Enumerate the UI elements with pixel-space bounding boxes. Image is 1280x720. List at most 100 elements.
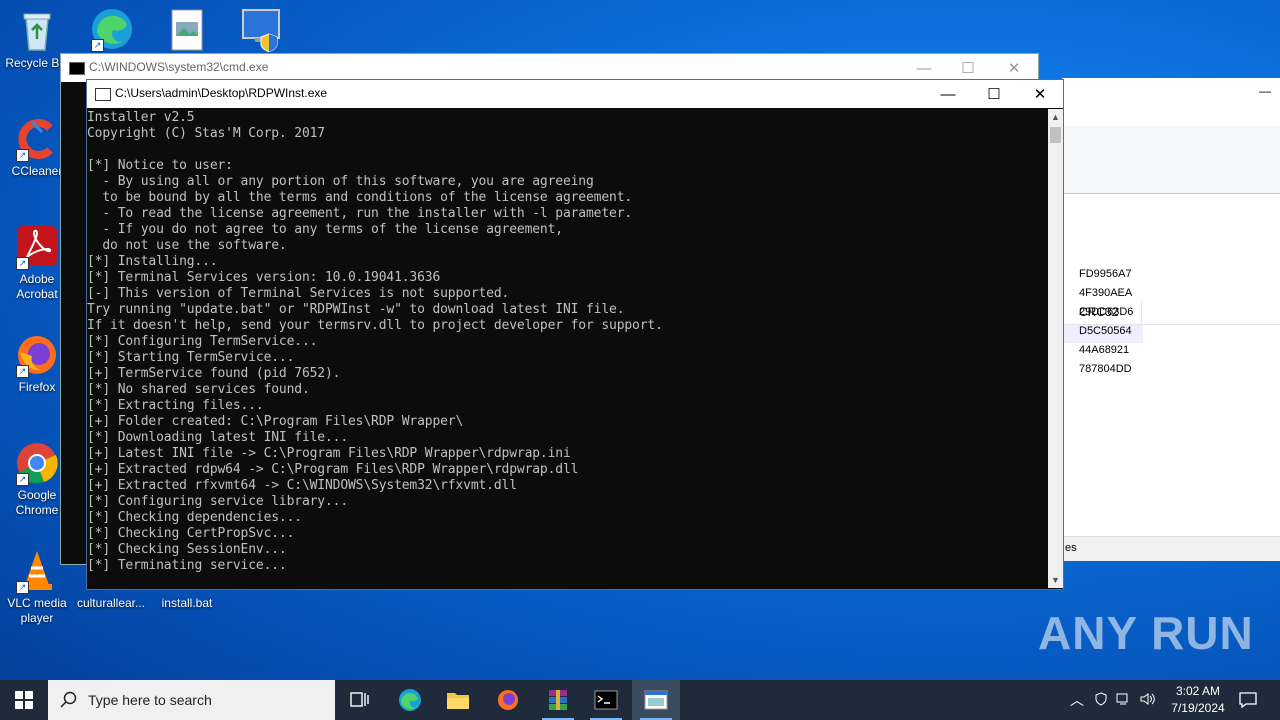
security-tray-icon[interactable]	[1094, 691, 1108, 709]
shortcut-arrow-icon: ↗	[16, 257, 29, 270]
taskbar-winrar[interactable]	[534, 680, 582, 720]
rdpwinst-titlebar[interactable]: C:\Users\admin\Desktop\RDPWInst.exe — ☐ …	[87, 80, 1063, 108]
shortcut-arrow-icon: ↗	[16, 581, 29, 594]
console-line: [*] Terminating service...	[87, 558, 287, 573]
desktop-icon-edge[interactable]: ↗	[75, 6, 149, 54]
scrollbar-thumb[interactable]	[1050, 127, 1061, 143]
vertical-scrollbar[interactable]: ▲ ▼	[1048, 109, 1063, 588]
crc-value: D5C50564	[1079, 325, 1132, 337]
edge-icon: ↗	[89, 6, 135, 52]
document-icon	[164, 8, 210, 54]
shortcut-arrow-icon: ↗	[16, 473, 29, 486]
search-icon	[60, 691, 77, 708]
console-line: [*] No shared services found.	[87, 382, 310, 397]
console-line: [+] Extracted rdpw64 -> C:\Program Files…	[87, 462, 579, 477]
close-button[interactable]: ✕	[1017, 80, 1063, 108]
network-icon[interactable]	[1116, 692, 1132, 709]
console-line: [*] Downloading latest INI file...	[87, 430, 349, 445]
cmd-minimize-button[interactable]: —	[901, 54, 947, 82]
console-line: [+] Folder created: C:\Program Files\RDP…	[87, 414, 464, 429]
background-window-titlebar[interactable]: —	[1063, 78, 1280, 106]
crc-value: FD9956A7	[1079, 268, 1132, 280]
crc-value: 4F390AEA	[1079, 287, 1133, 299]
desktop-icon-label: VLC media player	[7, 596, 67, 625]
notification-center-button[interactable]	[1224, 680, 1272, 720]
taskbar-file-explorer[interactable]	[434, 680, 482, 720]
maximize-button[interactable]: ☐	[971, 80, 1017, 108]
console-line: [*] Configuring TermService...	[87, 334, 318, 349]
winrar-icon	[549, 690, 567, 710]
console-line: do not use the software.	[87, 238, 287, 253]
taskbar-edge[interactable]	[386, 680, 434, 720]
desktop-icon-label: install.bat	[161, 596, 213, 610]
notification-icon	[1239, 692, 1257, 708]
shortcut-arrow-icon: ↗	[16, 365, 29, 378]
console-line: - If you do not agree to any terms of th…	[87, 222, 563, 237]
console-line: [*] Terminal Services version: 10.0.1904…	[87, 270, 441, 285]
taskbar-firefox[interactable]	[484, 680, 532, 720]
crc-value: 29DD63D6	[1079, 306, 1134, 318]
taskbar-cmd[interactable]	[582, 680, 630, 720]
console-line: Installer v2.5	[87, 110, 195, 125]
crc-value: 787804DD	[1079, 363, 1132, 375]
folder-icon	[447, 693, 469, 709]
console-line: [+] Latest INI file -> C:\Program Files\…	[87, 446, 571, 461]
ccleaner-icon: ↗	[14, 116, 60, 162]
console-line: - To read the license agreement, run the…	[87, 206, 633, 221]
console-line: [*] Configuring service library...	[87, 494, 349, 509]
console-line: [-] This version of Terminal Services is…	[87, 286, 510, 301]
cmd-titlebar[interactable]: C:\WINDOWS\system32\cmd.exe — ☐ ✕	[61, 54, 1038, 82]
console-line: [*] Notice to user:	[87, 158, 233, 173]
taskbar: Type here to search ︿ 3:02 AM 7/19/2024	[0, 680, 1280, 720]
rdpwinst-window[interactable]: C:\Users\admin\Desktop\RDPWInst.exe — ☐ …	[86, 79, 1064, 590]
taskbar-rdpwinst[interactable]	[632, 680, 680, 720]
cmd-window-title: C:\WINDOWS\system32\cmd.exe	[89, 60, 269, 74]
cmd-app-icon	[69, 62, 85, 75]
console-line: Try running "update.bat" or "RDPWInst -w…	[87, 302, 625, 317]
console-line: Copyright (C) Stas'M Corp. 2017	[87, 126, 325, 141]
terminal-icon	[594, 690, 618, 710]
task-view-icon	[350, 692, 369, 707]
console-line: [*] Extracting files...	[87, 398, 264, 413]
background-archive-window[interactable]: — CRC32 FD9956A7 4F390AEA 29DD63D6 D5C50…	[1062, 78, 1280, 561]
vlc-icon: ↗	[14, 548, 60, 594]
chevron-up-icon[interactable]: ︿	[1070, 690, 1084, 710]
start-button[interactable]	[0, 680, 48, 720]
security-shield-icon	[239, 6, 285, 53]
crc-value: 44A68921	[1079, 344, 1130, 356]
windows-logo-icon	[15, 691, 33, 709]
desktop-icon-label: culturallear...	[76, 596, 146, 610]
taskbar-search-box[interactable]: Type here to search	[48, 680, 335, 720]
edge-icon	[399, 689, 421, 711]
console-line: [*] Starting TermService...	[87, 350, 295, 365]
cmd-close-button[interactable]: ✕	[991, 54, 1037, 82]
scroll-down-arrow-icon[interactable]: ▼	[1048, 572, 1063, 588]
console-line: [*] Installing...	[87, 254, 218, 269]
desktop-icon-document[interactable]	[150, 8, 224, 56]
console-line: If it doesn't help, send your termsrv.dl…	[87, 318, 663, 333]
volume-icon[interactable]	[1140, 692, 1156, 709]
anyrun-watermark: ANY RUN	[1038, 607, 1254, 659]
chrome-icon: ↗	[14, 440, 60, 486]
rdpwinst-window-title: C:\Users\admin\Desktop\RDPWInst.exe	[115, 86, 328, 100]
console-output[interactable]: Installer v2.5 Copyright (C) Stas'M Corp…	[87, 109, 1047, 587]
console-line: [+] Extracted rfxvmt64 -> C:\WINDOWS\Sys…	[87, 478, 517, 493]
console-window-icon	[644, 690, 668, 710]
scroll-up-arrow-icon[interactable]: ▲	[1048, 109, 1063, 125]
console-line: [+] TermService found (pid 7652).	[87, 366, 341, 381]
desktop-icon-security[interactable]	[225, 6, 299, 54]
firefox-icon: ↗	[14, 332, 60, 378]
minimize-icon[interactable]: —	[1259, 84, 1271, 98]
task-view-button[interactable]	[336, 680, 384, 720]
shortcut-arrow-icon: ↗	[91, 39, 104, 52]
console-line: [*] Checking dependencies...	[87, 510, 302, 525]
cmd-maximize-button[interactable]: ☐	[945, 54, 991, 82]
system-tray: ︿	[1070, 680, 1156, 720]
console-line: to be bound by all the terms and conditi…	[87, 190, 633, 205]
acrobat-icon: ↗	[14, 224, 60, 270]
console-app-icon	[95, 88, 111, 101]
minimize-button[interactable]: —	[925, 80, 971, 108]
shortcut-arrow-icon: ↗	[16, 149, 29, 162]
status-bar: es	[1063, 536, 1280, 561]
console-line: [*] Checking SessionEnv...	[87, 542, 287, 557]
